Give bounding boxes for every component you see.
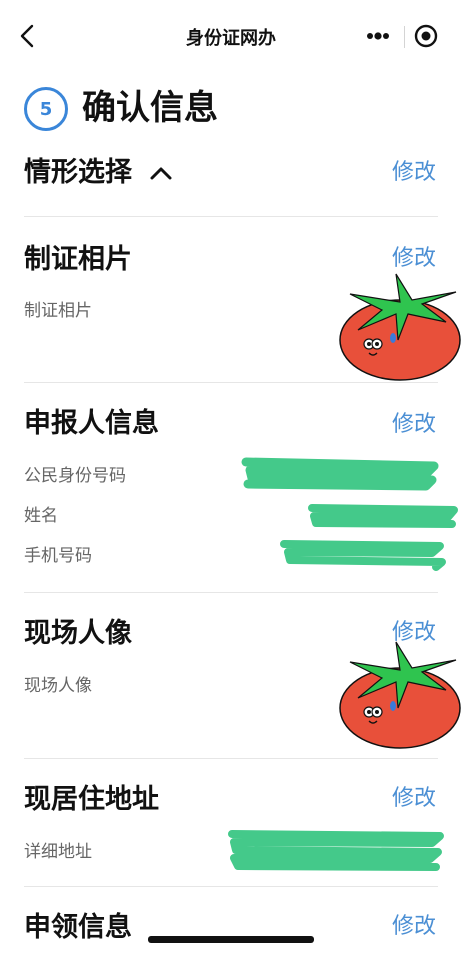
section-title-photo: 制证相片 bbox=[24, 244, 132, 275]
redacted-name bbox=[308, 504, 458, 528]
more-dots-icon[interactable] bbox=[358, 18, 398, 54]
field-label-portrait: 现场人像 bbox=[24, 676, 92, 696]
edit-button-applicant[interactable]: 修改 bbox=[392, 410, 436, 440]
id-photo-thumbnail[interactable] bbox=[338, 272, 462, 384]
field-label-phone: 手机号码 bbox=[24, 546, 92, 566]
redaction-line bbox=[148, 936, 314, 943]
section-title-portrait: 现场人像 bbox=[24, 618, 132, 649]
section-title-address: 现居住地址 bbox=[24, 784, 159, 815]
field-label-id-number: 公民身份号码 bbox=[24, 466, 126, 486]
field-label-photo: 制证相片 bbox=[24, 301, 92, 321]
step-number-badge: 5 bbox=[24, 87, 68, 131]
page-title: 确认信息 bbox=[82, 88, 218, 128]
step-header: 5 确认信息 bbox=[24, 84, 444, 134]
divider bbox=[24, 216, 438, 217]
edit-button-situation[interactable]: 修改 bbox=[392, 158, 436, 188]
section-title-applicant: 申报人信息 bbox=[24, 408, 159, 439]
mini-program-capsule bbox=[358, 18, 446, 54]
edit-button-address[interactable]: 修改 bbox=[392, 784, 436, 814]
capsule-divider bbox=[404, 26, 405, 48]
step-number: 5 bbox=[39, 99, 53, 120]
divider bbox=[24, 592, 438, 593]
redacted-address bbox=[228, 830, 444, 871]
divider bbox=[24, 758, 438, 759]
live-portrait-thumbnail[interactable] bbox=[338, 640, 462, 752]
section-title-receive: 申领信息 bbox=[24, 912, 132, 943]
chevron-up-icon[interactable] bbox=[148, 163, 174, 183]
divider bbox=[24, 382, 438, 383]
divider bbox=[24, 886, 438, 887]
edit-button-receive[interactable]: 修改 bbox=[392, 912, 436, 942]
section-title-situation: 情形选择 bbox=[24, 157, 132, 188]
redacted-id-number bbox=[241, 457, 439, 491]
field-label-name: 姓名 bbox=[24, 506, 58, 526]
field-label-address: 详细地址 bbox=[24, 842, 92, 862]
edit-button-photo[interactable]: 修改 bbox=[392, 244, 436, 274]
navigation-bar: 身份证网办 bbox=[0, 0, 462, 70]
target-close-icon[interactable] bbox=[412, 22, 440, 50]
redacted-phone bbox=[280, 540, 446, 571]
